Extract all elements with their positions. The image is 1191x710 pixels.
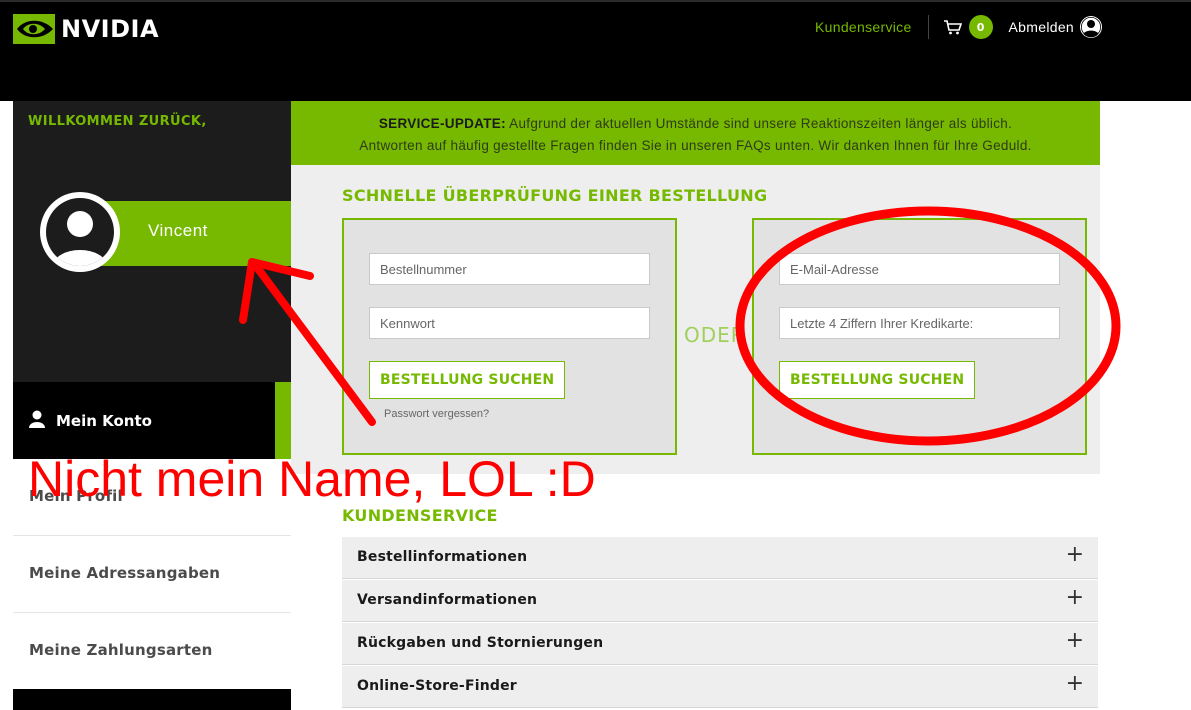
- order-number-input[interactable]: [369, 253, 650, 285]
- user-icon: [29, 410, 45, 428]
- sidebar-item-payment-methods[interactable]: Meine Zahlungsarten: [13, 613, 291, 690]
- email-lookup-form: BESTELLUNG SUCHEN: [752, 218, 1087, 455]
- or-separator: ODER: [684, 323, 746, 347]
- sidebar-next-section: [13, 689, 291, 710]
- accordion-label: Online-Store-Finder: [357, 678, 517, 694]
- email-input[interactable]: [779, 253, 1060, 285]
- accordion-store-finder[interactable]: Online-Store-Finder +: [342, 666, 1098, 708]
- password-input[interactable]: [369, 307, 650, 339]
- accordion-shipping-info[interactable]: Versandinformationen +: [342, 580, 1098, 622]
- my-account-section[interactable]: Mein Konto: [13, 382, 291, 459]
- sidebar-item-addresses[interactable]: Meine Adressangaben: [13, 536, 291, 613]
- nav-divider: [927, 15, 929, 39]
- plus-icon[interactable]: +: [1066, 585, 1084, 610]
- avatar-icon: [40, 192, 120, 272]
- sidebar-profile-panel: WILLKOMMEN ZURÜCK, Vincent: [13, 101, 291, 382]
- order-number-form: BESTELLUNG SUCHEN Passwort vergessen?: [342, 218, 677, 455]
- nvidia-eye-icon: [13, 14, 55, 44]
- search-order-button[interactable]: BESTELLUNG SUCHEN: [369, 361, 566, 399]
- accordion-returns[interactable]: Rückgaben und Stornierungen +: [342, 623, 1098, 665]
- logout-link[interactable]: Abmelden: [1009, 19, 1074, 35]
- cart-count-badge[interactable]: 0: [968, 15, 993, 39]
- sidebar-item-label: Meine Zahlungsarten: [29, 641, 213, 659]
- plus-icon[interactable]: +: [1066, 542, 1084, 567]
- customer-service-link[interactable]: Kundenservice: [815, 19, 912, 35]
- accordion-order-info[interactable]: Bestellinformationen +: [342, 537, 1098, 579]
- my-account-label: Mein Konto: [56, 412, 152, 430]
- banner-line-1: SERVICE-UPDATE: Aufgrund der aktuellen U…: [291, 113, 1100, 135]
- service-update-banner: SERVICE-UPDATE: Aufgrund der aktuellen U…: [291, 101, 1100, 165]
- banner-line-2: Antworten auf häufig gestellte Fragen fi…: [359, 138, 1032, 153]
- banner-bold-label: SERVICE-UPDATE:: [378, 116, 506, 131]
- annotation-caption: Nicht mein Name, LOL :D: [28, 451, 596, 507]
- cart-icon[interactable]: [943, 19, 963, 35]
- header-actions: Kundenservice 0 Abmelden: [815, 15, 1103, 39]
- logo-text: NVIDIA: [61, 15, 160, 43]
- my-account-header: Mein Konto: [13, 382, 275, 459]
- customer-service-heading: KUNDENSERVICE: [342, 506, 498, 525]
- welcome-heading: WILLKOMMEN ZURÜCK,: [28, 114, 207, 129]
- card-digits-input[interactable]: [779, 307, 1060, 339]
- banner-text-1: Aufgrund der aktuellen Umstände sind uns…: [505, 116, 1013, 131]
- plus-icon[interactable]: +: [1066, 628, 1084, 653]
- user-name: Vincent: [148, 221, 208, 240]
- plus-icon[interactable]: +: [1066, 671, 1084, 696]
- quick-order-check-panel: SCHNELLE ÜBERPRÜFUNG EINER BESTELLUNG BE…: [291, 165, 1100, 474]
- top-navigation-bar: NVIDIA Kundenservice 0 Abmelden: [0, 0, 1191, 101]
- accordion-label: Bestellinformationen: [357, 549, 528, 565]
- accordion-label: Rückgaben und Stornierungen: [357, 635, 604, 651]
- user-account-icon[interactable]: [1079, 15, 1103, 39]
- quick-check-title: SCHNELLE ÜBERPRÜFUNG EINER BESTELLUNG: [342, 186, 768, 205]
- nvidia-logo[interactable]: NVIDIA: [13, 14, 159, 44]
- sidebar-item-label: Meine Adressangaben: [29, 564, 221, 582]
- accordion-label: Versandinformationen: [357, 592, 538, 608]
- search-order-by-email-button[interactable]: BESTELLUNG SUCHEN: [779, 361, 976, 399]
- forgot-password-link[interactable]: Passwort vergessen?: [384, 408, 489, 420]
